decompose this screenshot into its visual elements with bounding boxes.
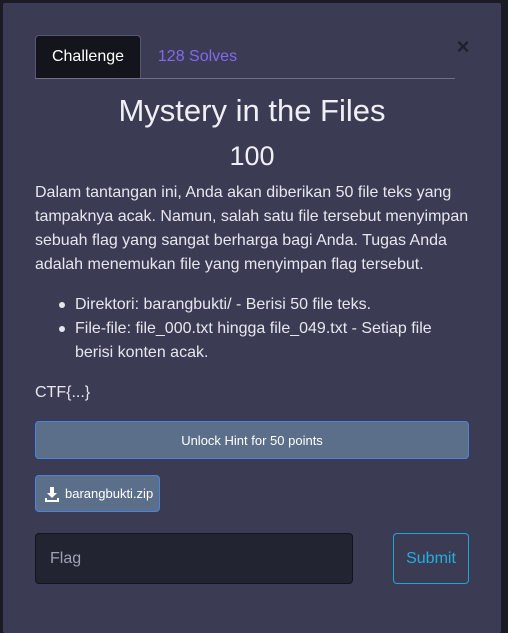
bullet-icon <box>59 302 65 308</box>
list-item-text: File-file: file_000.txt hingga file_049.… <box>75 320 432 361</box>
challenge-points: 100 <box>229 141 275 171</box>
flag-input[interactable] <box>35 533 353 584</box>
list-item: Direktori: barangbukti/ - Berisi 50 file… <box>35 293 473 317</box>
challenge-tabs: Challenge 128 Solves <box>35 35 455 79</box>
tab-challenge[interactable]: Challenge <box>35 35 141 78</box>
challenge-title: Mystery in the Files <box>118 93 386 128</box>
submit-button[interactable]: Submit <box>393 533 469 584</box>
challenge-modal: Challenge 128 Solves × Mystery in the Fi… <box>3 3 501 633</box>
tab-solves[interactable]: 128 Solves <box>141 35 254 78</box>
challenge-description: Dalam tantangan ini, Anda akan diberikan… <box>35 184 469 273</box>
unlock-hint-button[interactable]: Unlock Hint for 50 points <box>35 421 469 459</box>
file-name: barangbukti.zip <box>65 486 154 501</box>
bullet-icon <box>59 326 65 332</box>
close-icon[interactable]: × <box>454 34 472 59</box>
download-icon <box>45 486 59 502</box>
challenge-details-list: Direktori: barangbukti/ - Berisi 50 file… <box>35 293 473 365</box>
list-item: File-file: file_000.txt hingga file_049.… <box>35 317 473 365</box>
flag-format: CTF{...} <box>35 384 91 401</box>
list-item-text: Direktori: barangbukti/ - Berisi 50 file… <box>75 296 372 313</box>
download-file-button[interactable]: barangbukti.zip <box>35 475 160 512</box>
